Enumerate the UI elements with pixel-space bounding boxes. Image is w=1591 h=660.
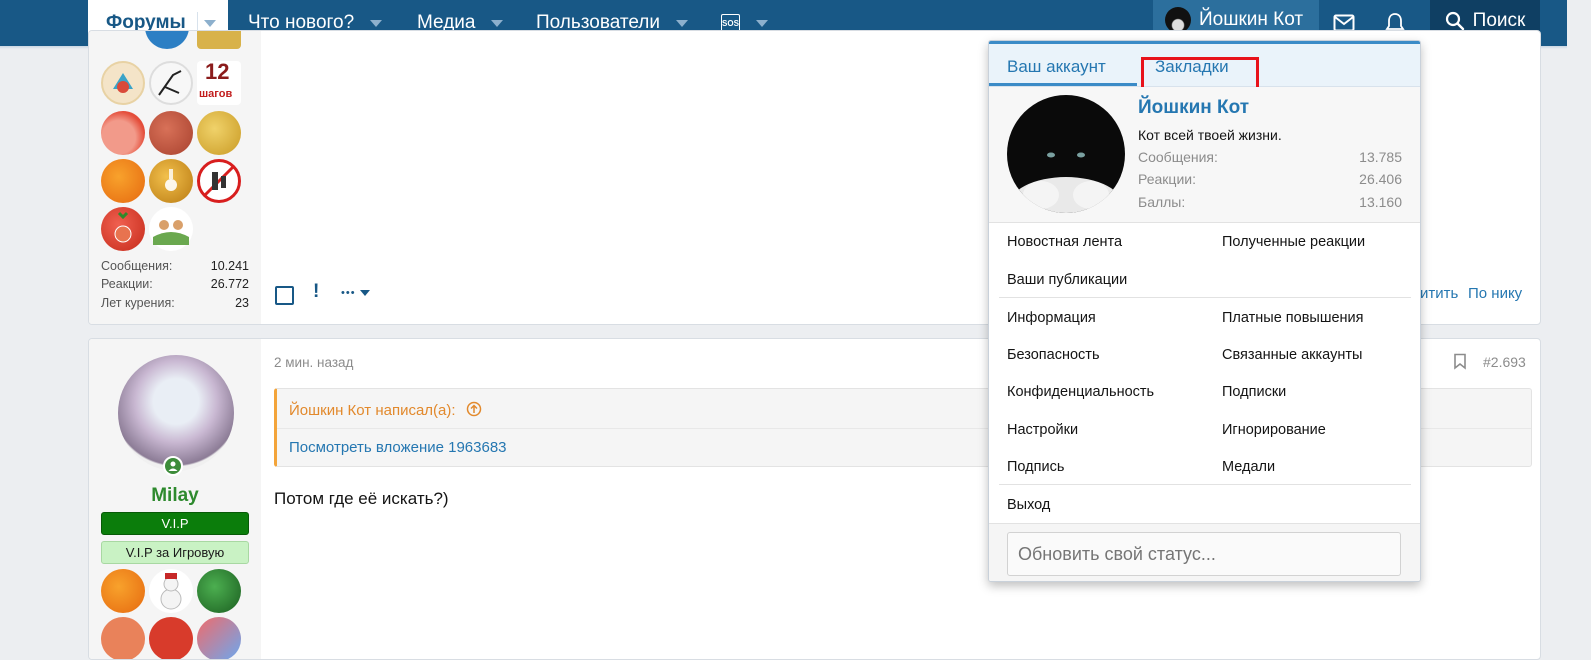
medal-snowman-icon[interactable] [149,569,193,613]
report-button[interactable]: ! [313,281,319,303]
menu-linked-accounts[interactable]: Связанные аккаунты [1222,347,1362,363]
menu-tabs: Ваш аккаунт Закладки [989,41,1420,94]
user-stat: Сообщения: 10.241 [101,259,249,273]
menu-news-feed[interactable]: Новостная лента [1007,234,1122,250]
badge-12-number: 12 [205,59,230,84]
select-checkbox[interactable] [275,286,294,305]
status-input[interactable] [1007,532,1401,576]
menu-paid-upgrades[interactable]: Платные повышения [1222,310,1364,326]
arrow-up-circle-icon[interactable] [466,401,482,417]
menu-divider [999,297,1411,298]
more-options-button[interactable]: ••• [341,287,370,299]
menu-medals[interactable]: Медали [1222,459,1275,475]
menu-ignoring[interactable]: Игнорирование [1222,422,1326,438]
tab-your-account[interactable]: Ваш аккаунт [1007,57,1106,77]
search-label: Поиск [1472,10,1526,31]
profile-summary: Йошкин Кот Кот всей твоей жизни. Сообщен… [989,87,1420,223]
medal-icon[interactable] [149,61,193,105]
chevron-down-icon[interactable] [370,19,383,27]
medal-icon[interactable] [101,61,145,105]
ellipsis-icon: ••• [341,287,356,299]
menu-privacy[interactable]: Конфиденциальность [1007,384,1154,400]
medal-icon[interactable] [149,111,193,155]
menu-received-reactions[interactable]: Полученные реакции [1222,234,1365,250]
badge-12-text: шагов [199,88,233,100]
chevron-down-icon[interactable] [756,19,768,27]
by-nick-link[interactable]: По нику [1468,285,1522,302]
chevron-down-icon[interactable] [491,19,504,27]
user-stat: Реакции: 26.772 [101,277,249,291]
profile-stat: Баллы: 13.160 [1138,194,1402,210]
medal-icon[interactable] [197,617,241,659]
menu-logout[interactable]: Выход [1007,497,1050,513]
reply-link[interactable]: итить [1420,285,1458,302]
vip-banner: V.I.P [101,512,249,535]
menu-signature[interactable]: Подпись [1007,459,1064,475]
menu-divider [999,484,1411,485]
bookmark-icon[interactable] [1453,353,1467,373]
post-body: Потом где её искать?) [274,489,449,508]
post-number[interactable]: #2.693 [1483,354,1526,370]
search-icon [1445,11,1464,31]
post-user-column: Milay V.I.P V.I.P за Игровую [89,339,261,659]
medal-12-steps-icon[interactable]: 12 шагов [197,59,241,105]
medal-thumbs-up-icon[interactable] [149,159,193,203]
user-stat: Лет курения: 23 [101,296,249,310]
profile-title: Кот всей твоей жизни. [1138,127,1282,143]
no-alcohol-icon[interactable] [197,159,241,203]
medal-icon[interactable] [149,207,193,251]
account-menu: Ваш аккаунт Закладки Йошкин Кот Кот всей… [988,40,1421,582]
post-time[interactable]: 2 мин. назад [274,355,353,370]
quote-author: Йошкин Кот написал(а): [289,402,456,419]
medal-icon[interactable] [101,617,145,659]
menu-info[interactable]: Информация [1007,310,1096,326]
chevron-down-icon [359,290,370,297]
medal-santa-icon[interactable] [149,617,193,659]
medal-icon[interactable] [197,31,241,49]
status-update-area [989,523,1420,581]
medal-icon[interactable] [101,159,145,203]
post-user-column: 12 шагов Сообщения: 10.241 Реакции: 26.772… [89,31,261,324]
quote-header[interactable]: Йошкин Кот написал(а): [289,401,482,419]
chevron-down-icon[interactable] [676,19,689,27]
user-name: Йошкин Кот [1199,9,1304,30]
username[interactable]: Milay [89,485,261,507]
active-tab-indicator [989,83,1137,86]
vip-game-banner: V.I.P за Игровую [101,541,249,564]
avatar[interactable] [1007,95,1125,213]
profile-stat: Сообщения: 13.785 [1138,149,1402,165]
medal-tomato-icon[interactable] [101,207,145,251]
online-status-icon [163,456,183,476]
menu-security[interactable]: Безопасность [1007,347,1100,363]
menu-your-posts[interactable]: Ваши публикации [1007,272,1127,288]
medal-icon[interactable] [197,569,241,613]
page-scrollbar[interactable] [1567,0,1591,647]
attachment-link[interactable]: Посмотреть вложение 1963683 [289,439,507,456]
medal-icon[interactable] [145,31,189,49]
medal-icon[interactable] [197,111,241,155]
avatar[interactable] [118,355,234,471]
menu-subscriptions[interactable]: Подписки [1222,384,1286,400]
medal-icon[interactable] [101,569,145,613]
profile-stat: Реакции: 26.406 [1138,171,1402,187]
medal-icon[interactable] [101,111,145,155]
profile-name[interactable]: Йошкин Кот [1138,97,1249,119]
chevron-down-icon[interactable] [204,20,216,27]
menu-settings[interactable]: Настройки [1007,422,1078,438]
